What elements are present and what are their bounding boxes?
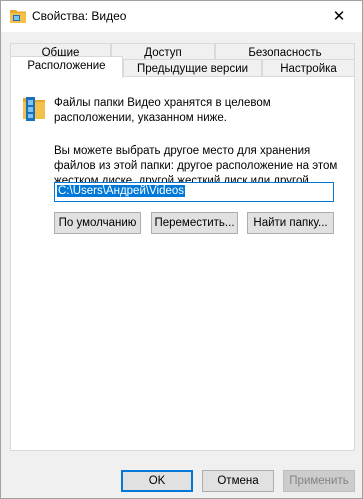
ok-button[interactable]: OK xyxy=(121,470,193,492)
path-field[interactable]: C:\Users\Андрей\Videos xyxy=(54,182,334,202)
button-label: По умолчанию xyxy=(58,217,137,229)
close-button[interactable]: ✕ xyxy=(316,1,362,31)
move-button[interactable]: Переместить... xyxy=(151,212,238,234)
properties-dialog: Свойства: Видео ✕ Общие Доступ Безопасно… xyxy=(0,0,363,499)
location-info-text: Файлы папки Видео хранятся в целевом рас… xyxy=(54,97,271,124)
button-label: Найти папку... xyxy=(253,217,328,229)
tab-label: Предыдущие версии xyxy=(136,63,249,75)
button-label: Переместить... xyxy=(154,217,235,229)
tab-label: Доступ xyxy=(144,47,182,59)
cancel-button[interactable]: Отмена xyxy=(202,470,274,492)
location-panel: Файлы папки Видео хранятся в целевом рас… xyxy=(10,76,355,451)
window-title: Свойства: Видео xyxy=(32,9,127,23)
title-bar[interactable]: Свойства: Видео ✕ xyxy=(1,1,362,32)
video-folder-icon xyxy=(10,10,26,23)
button-label: OK xyxy=(148,475,166,487)
close-icon: ✕ xyxy=(332,8,346,25)
tab-label: Настройка xyxy=(280,63,337,75)
path-value: C:\Users\Андрей\Videos xyxy=(57,185,186,197)
button-label: Отмена xyxy=(217,475,259,487)
restore-default-button[interactable]: По умолчанию xyxy=(54,212,141,234)
find-target-button[interactable]: Найти папку... xyxy=(247,212,334,234)
tab-location[interactable]: Расположение xyxy=(10,56,123,78)
apply-button[interactable]: Применить xyxy=(283,470,355,492)
tab-label: Безопасность xyxy=(248,47,322,59)
video-folder-icon xyxy=(23,97,45,121)
button-label: Применить xyxy=(289,475,349,487)
tab-label: Расположение xyxy=(27,60,106,72)
